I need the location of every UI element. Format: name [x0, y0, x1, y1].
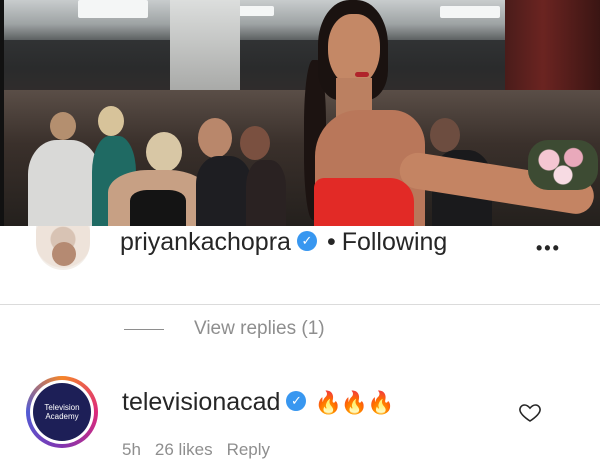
- comment-username-link[interactable]: televisionacad: [122, 388, 280, 416]
- logo-text: Television: [44, 403, 80, 412]
- crowd-head: [430, 118, 460, 152]
- comment-body: televisionacad ✓ 🔥🔥🔥: [122, 386, 395, 419]
- logo-text: Academy: [45, 412, 79, 421]
- photo-wall: [170, 0, 240, 90]
- crowd-body: [28, 140, 100, 226]
- comment-item: Television Academy televisionacad ✓ 🔥🔥🔥 5h…: [0, 360, 600, 459]
- subject-red-dress: [314, 178, 414, 226]
- photo-light: [440, 6, 500, 18]
- story-ring[interactable]: Television Academy: [26, 376, 98, 448]
- photo-light: [238, 6, 274, 16]
- view-replies-button[interactable]: View replies (1): [194, 318, 325, 340]
- view-replies-row: View replies (1): [0, 305, 600, 355]
- television-academy-logo: Television Academy: [33, 383, 91, 441]
- crowd-head: [50, 112, 76, 140]
- post-author: priyankachopra ✓ • Following: [120, 226, 447, 258]
- crowd-body: [246, 160, 286, 226]
- crowd-head: [240, 126, 270, 160]
- post-header: priyankachopra ✓ • Following •••: [0, 226, 600, 305]
- separator-dot: •: [326, 228, 336, 256]
- photo-edge: [0, 0, 4, 226]
- crowd-head: [198, 118, 232, 158]
- crowd-body: [196, 156, 252, 226]
- avatar[interactable]: [36, 226, 90, 270]
- more-options-icon[interactable]: •••: [536, 238, 561, 259]
- subject-face: [328, 14, 380, 86]
- photo-light: [78, 0, 148, 18]
- comment-meta: 5h 26 likes Reply: [122, 440, 284, 460]
- avatar-inner: Television Academy: [30, 380, 94, 444]
- heart-icon[interactable]: [518, 400, 542, 424]
- crowd-dress: [130, 190, 186, 226]
- post-photo[interactable]: [0, 0, 600, 226]
- following-button[interactable]: Following: [342, 228, 448, 256]
- crowd-head: [146, 132, 182, 172]
- comment-text: 🔥🔥🔥: [314, 390, 394, 415]
- verified-badge-icon: ✓: [286, 391, 307, 412]
- photo-flowers: [528, 140, 598, 190]
- subject-lips: [355, 72, 369, 77]
- crowd-head: [98, 106, 124, 136]
- username-link[interactable]: priyankachopra: [120, 228, 291, 256]
- verified-badge-icon: ✓: [296, 231, 317, 252]
- replies-divider-line: [124, 329, 164, 330]
